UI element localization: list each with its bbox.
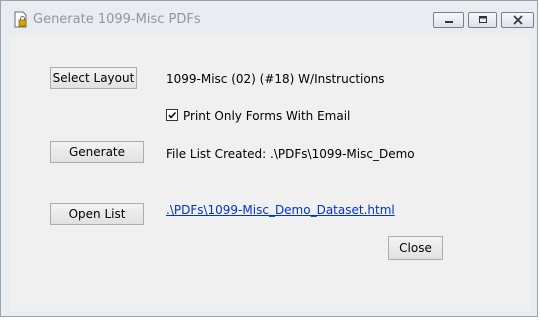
email-only-checkbox[interactable]: [166, 109, 178, 121]
checkmark-icon: [168, 111, 177, 119]
close-icon: [512, 15, 523, 25]
close-button[interactable]: Close: [388, 236, 443, 260]
window-title: Generate 1099-Misc PDFs: [33, 12, 201, 27]
file-list-status: File List Created: .\PDFs\1099-Misc_Demo: [166, 147, 415, 161]
close-window-button[interactable]: [501, 12, 534, 28]
maximize-icon: [478, 16, 487, 23]
document-lock-icon: [14, 11, 27, 28]
minimize-icon: [444, 21, 453, 23]
title-bar[interactable]: Generate 1099-Misc PDFs: [1, 1, 537, 35]
dialog-client-area: Select Layout 1099-Misc (02) (#18) W/Ins…: [10, 36, 530, 311]
minimize-button[interactable]: [433, 12, 464, 28]
dataset-link[interactable]: .\PDFs\1099-Misc_Demo_Dataset.html: [166, 203, 395, 217]
email-only-label[interactable]: Print Only Forms With Email: [183, 109, 350, 123]
open-list-button[interactable]: Open List: [50, 203, 144, 225]
layout-value: 1099-Misc (02) (#18) W/Instructions: [166, 72, 385, 86]
generate-pdfs-window: Generate 1099-Misc PDFs Select Layout 10…: [0, 0, 538, 317]
generate-button[interactable]: Generate: [50, 141, 144, 163]
maximize-button[interactable]: [468, 12, 497, 28]
select-layout-button[interactable]: Select Layout: [50, 67, 137, 89]
